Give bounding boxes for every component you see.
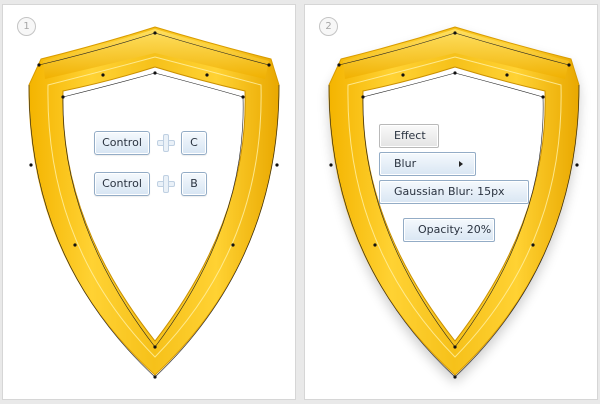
plus-icon bbox=[157, 134, 175, 152]
gaussian-blur-label: Gaussian Blur: 15px bbox=[394, 185, 505, 198]
blur-menu-item[interactable]: Blur bbox=[379, 152, 476, 176]
shield-illustration bbox=[28, 26, 280, 379]
step-2-panel: 2 Effect Blur Gaussian Blur: 15px Opacit… bbox=[304, 4, 598, 400]
opacity-setting[interactable]: Opacity: 20% bbox=[403, 218, 495, 242]
gaussian-blur-menu-item[interactable]: Gaussian Blur: 15px bbox=[379, 180, 529, 204]
control-key: Control bbox=[94, 172, 150, 196]
blur-menu-label: Blur bbox=[394, 157, 417, 170]
c-key-label: C bbox=[190, 136, 198, 149]
control-key-label: Control bbox=[102, 177, 142, 190]
b-key: B bbox=[181, 172, 207, 196]
effect-menu-item[interactable]: Effect bbox=[379, 124, 439, 148]
opacity-label: Opacity: 20% bbox=[418, 223, 492, 236]
plus-icon bbox=[157, 175, 175, 193]
b-key-label: B bbox=[190, 177, 198, 190]
effect-menu-label: Effect bbox=[394, 129, 426, 142]
arrow-right-icon bbox=[459, 161, 463, 167]
control-key: Control bbox=[94, 131, 150, 155]
c-key: C bbox=[181, 131, 207, 155]
step-1-panel: 1 Control C Control B bbox=[2, 4, 296, 400]
control-key-label: Control bbox=[102, 136, 142, 149]
